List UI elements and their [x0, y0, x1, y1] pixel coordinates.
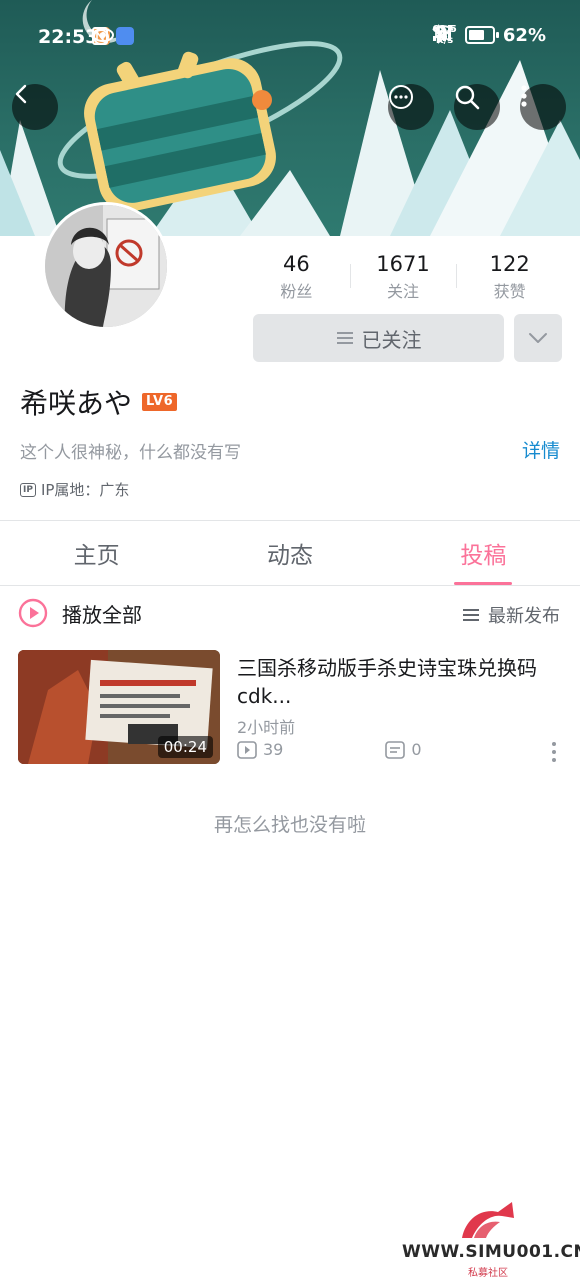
watermark-sub: 私募社区 — [468, 1268, 508, 1279]
tab-dynamics[interactable]: 动态 — [193, 521, 386, 585]
user-bio: 这个人很神秘，什么都没有写 — [20, 443, 241, 463]
video-thumbnail[interactable]: 00:24 — [18, 650, 220, 764]
expand-recommend-button[interactable] — [514, 314, 562, 362]
tab-bar: 主页 动态 投稿 — [0, 520, 580, 586]
search-button[interactable] — [454, 84, 500, 130]
chevron-down-icon — [529, 333, 547, 343]
tab-submissions[interactable]: 投稿 — [387, 521, 580, 585]
search-icon — [455, 85, 480, 110]
stat-value: 46 — [282, 252, 310, 276]
avatar-image — [45, 205, 167, 327]
sort-button[interactable]: 最新发布 — [462, 602, 560, 628]
stat-label: 关注 — [387, 282, 420, 301]
video-meta: 39 0 — [237, 740, 422, 759]
list-header: 播放全部 最新发布 — [0, 586, 580, 640]
video-title[interactable]: 三国杀移动版手杀史诗宝珠兑换码cdk... — [237, 654, 557, 710]
stat-label: 粉丝 — [280, 282, 313, 301]
back-button[interactable] — [12, 84, 58, 130]
video-more-button[interactable] — [552, 742, 556, 762]
video-publish-time: 2小时前 — [237, 718, 296, 737]
comment-count-icon — [385, 740, 406, 759]
sort-lines-icon — [463, 609, 479, 621]
play-circle-icon — [18, 598, 48, 628]
app-notification-icon — [116, 27, 134, 45]
status-bar: 22:53 62.5 K/s 62% — [0, 0, 580, 74]
ip-location-row: IP IP属地：广东 — [20, 479, 129, 500]
chevron-left-icon — [15, 84, 27, 104]
level-badge: LV6 — [142, 393, 178, 411]
followed-button[interactable]: 已关注 — [253, 314, 504, 362]
stat-fans[interactable]: 46 粉丝 — [243, 250, 350, 304]
watermark-site: WWW.SIMU001.CN — [402, 1242, 580, 1262]
play-count-icon — [237, 740, 257, 759]
kebab-dot — [552, 742, 556, 746]
kebab-dot — [552, 750, 556, 754]
message-button[interactable] — [388, 84, 434, 130]
status-right-icons: 62.5 K/s 62% — [432, 24, 546, 46]
battery-icon — [464, 26, 499, 44]
more-vertical-icon — [521, 85, 527, 107]
user-name: 希咲あや — [20, 387, 133, 420]
stat-value: 122 — [489, 252, 530, 276]
name-row: 希咲あや LV6 — [20, 382, 178, 422]
chat-bubble-icon — [389, 85, 413, 109]
ip-icon: IP — [20, 482, 36, 497]
stat-likes[interactable]: 122 获赞 — [456, 250, 563, 304]
tab-home[interactable]: 主页 — [0, 521, 193, 585]
stat-label: 获赞 — [493, 282, 526, 301]
video-list-item[interactable]: 00:24 三国杀移动版手杀史诗宝珠兑换码cdk... 2小时前 39 0 — [18, 650, 562, 764]
status-notification-icons — [92, 27, 134, 45]
end-of-list-text: 再怎么找也没有啦 — [213, 814, 366, 836]
battery-percent: 62% — [502, 24, 546, 46]
stats-row: 46 粉丝 1671 关注 122 获赞 — [243, 250, 563, 304]
play-all-label: 播放全部 — [62, 602, 142, 627]
stat-value: 1671 — [376, 252, 430, 276]
signal-icon — [433, 25, 452, 41]
kebab-dot — [552, 758, 556, 762]
alarm-icon — [93, 29, 109, 45]
stat-following[interactable]: 1671 关注 — [349, 250, 457, 304]
watermark: WWW.SIMU001.CN 私募社区 — [402, 1198, 580, 1279]
detail-link[interactable]: 详情 — [522, 436, 560, 463]
followed-button-label: 已关注 — [361, 327, 422, 352]
status-time: 22:53 — [38, 26, 99, 48]
watermark-logo — [462, 1202, 514, 1238]
ip-location: IP属地：广东 — [40, 481, 130, 499]
sort-label: 最新发布 — [488, 606, 560, 627]
video-duration: 00:24 — [157, 736, 213, 758]
video-comment-count: 0 — [411, 740, 422, 759]
menu-lines-icon — [336, 332, 353, 344]
video-play-count: 39 — [263, 740, 284, 759]
play-all-button[interactable]: 播放全部 — [18, 598, 142, 628]
profile-banner: 22:53 62.5 K/s 62% — [0, 0, 580, 236]
more-options-button[interactable] — [520, 84, 566, 130]
avatar[interactable] — [42, 202, 170, 330]
